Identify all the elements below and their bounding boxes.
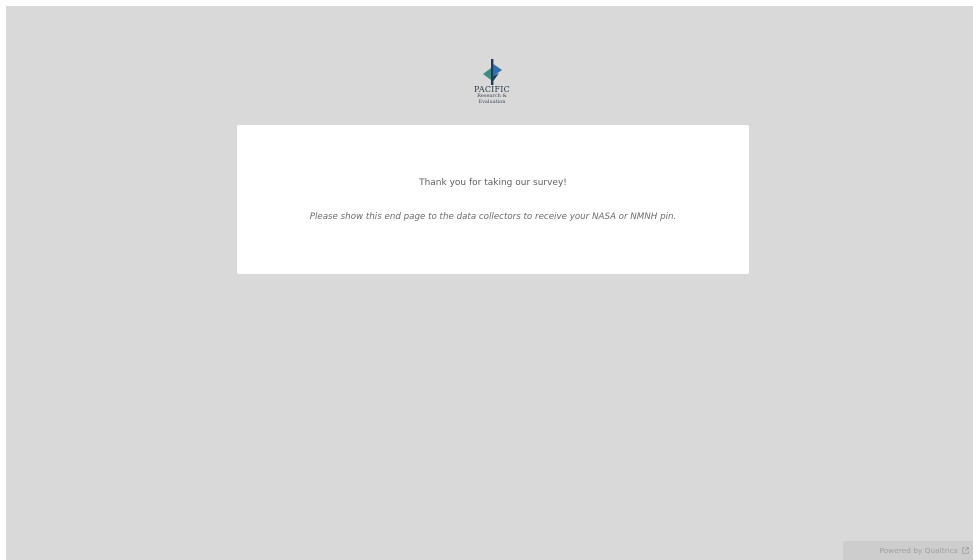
thank-you-message: Thank you for taking our survey!: [419, 178, 567, 188]
pin-instructions: Please show this end page to the data co…: [309, 212, 677, 222]
powered-by-label: Powered by Qualtrics: [879, 546, 958, 555]
pacific-research-logo: PACIFIC Research & Evaluation: [469, 59, 515, 117]
pacific-research-logo-icon: [483, 59, 502, 85]
end-of-survey-card: Thank you for taking our survey! Please …: [237, 125, 749, 274]
logo-subtitle-line-2: Evaluation: [478, 98, 506, 105]
external-link-icon: [962, 546, 969, 554]
powered-by-qualtrics-link[interactable]: Powered by Qualtrics: [843, 541, 973, 560]
survey-page-background: PACIFIC Research & Evaluation Thank you …: [6, 6, 973, 560]
